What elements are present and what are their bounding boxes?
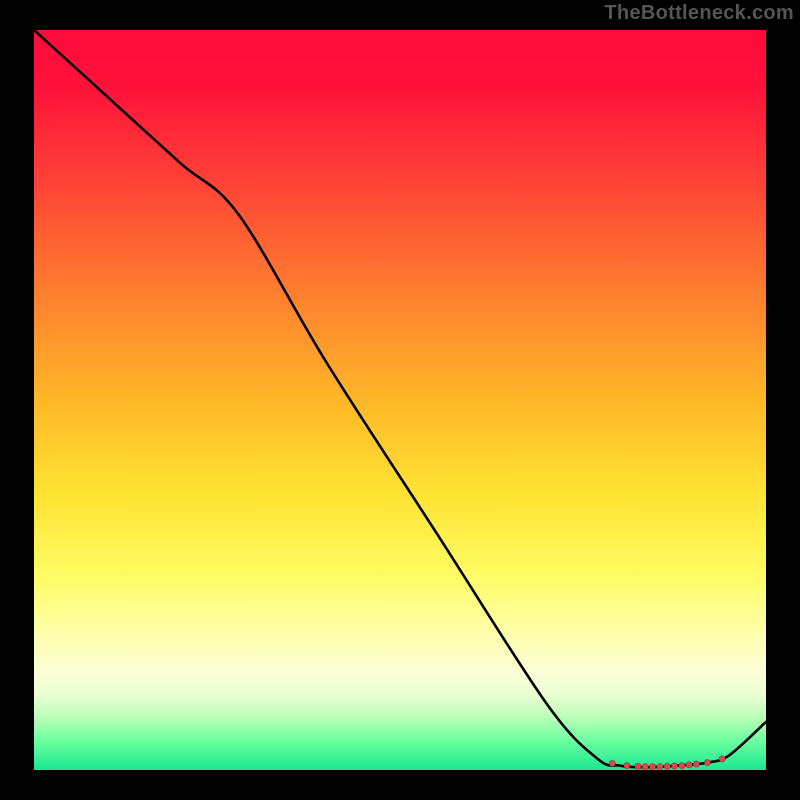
chart-container: TheBottleneck.com — [0, 0, 800, 800]
highlight-dot — [649, 763, 655, 769]
highlight-dot — [664, 763, 670, 769]
highlight-dot — [657, 763, 663, 769]
highlight-dot — [693, 761, 699, 767]
highlight-dot — [609, 760, 615, 766]
highlight-dot — [624, 762, 630, 768]
plot-area — [34, 30, 766, 770]
curve-layer — [34, 30, 766, 770]
highlight-dot — [679, 762, 685, 768]
highlight-dots — [609, 756, 725, 770]
highlight-dot — [704, 759, 710, 765]
curve-line — [34, 30, 766, 767]
watermark-text: TheBottleneck.com — [604, 2, 794, 25]
highlight-dot — [671, 763, 677, 769]
highlight-dot — [686, 762, 692, 768]
highlight-dot — [642, 763, 648, 769]
highlight-dot — [635, 763, 641, 769]
highlight-dot — [719, 756, 725, 762]
